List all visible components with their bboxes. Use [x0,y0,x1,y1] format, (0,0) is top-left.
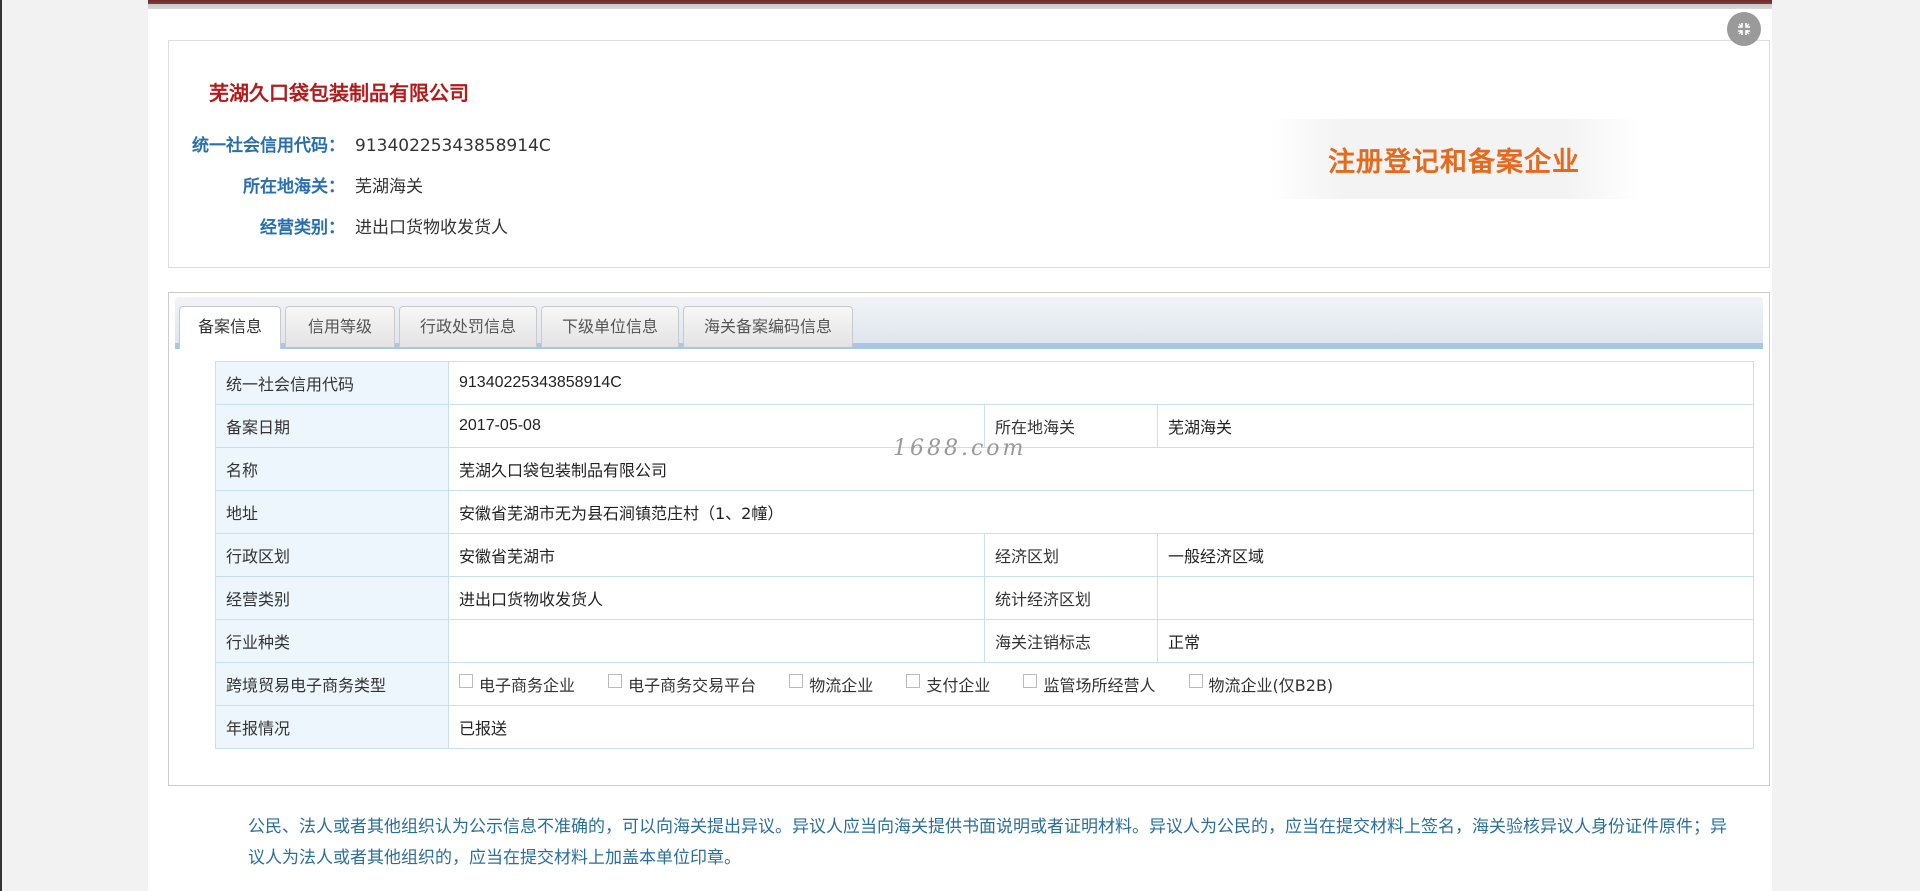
screen-left-edge [0,0,2,891]
row-key: 名称 [215,447,449,491]
customs-line: 所在地海关： 芜湖海关 [189,172,423,197]
row-key: 海关注销标志 [984,619,1158,663]
credit-code-value: 91340225343858914C [355,136,551,156]
checkbox-label: 物流企业(仅B2B) [1208,676,1334,695]
ecommerce-type-options: 电子商务企业 电子商务交易平台 物流企业 支付企业 监管场所经营人 物流企业(仅… [448,662,1754,706]
checkbox-label: 电子商务企业 [479,676,576,695]
top-accent-bar [148,0,1772,9]
row-value [448,619,985,663]
checkbox-supervised-site-operator[interactable]: 监管场所经营人 [1023,672,1155,696]
tab-customs-code-info[interactable]: 海关备案编码信息 [683,306,853,347]
row-key: 备案日期 [215,404,449,448]
row-value: 一般经济区域 [1157,533,1754,577]
row-value: 安徽省芜湖市无为县石涧镇范庄村（1、2幢） [448,490,1754,534]
row-value: 芜湖海关 [1157,404,1754,448]
row-key: 统一社会信用代码 [215,361,449,405]
fullscreen-exit-button[interactable] [1727,12,1761,46]
checkbox-label: 监管场所经营人 [1043,676,1156,695]
table-row: 行业种类 海关注销标志 正常 [215,619,1754,663]
row-value: 已报送 [448,705,1754,749]
row-value: 芜湖久口袋包装制品有限公司 [448,447,1754,491]
row-key: 行政区划 [215,533,449,577]
tab-penalty-info[interactable]: 行政处罚信息 [399,306,537,347]
table-row: 地址 安徽省芜湖市无为县石涧镇范庄村（1、2幢） [215,490,1754,534]
row-value: 进出口货物收发货人 [448,576,985,620]
row-value [1157,576,1754,620]
business-type-label: 经营类别： [260,218,345,238]
company-summary-panel: 芜湖久口袋包装制品有限公司 统一社会信用代码： 91340225343858914… [168,40,1770,268]
table-row: 跨境贸易电子商务类型 电子商务企业 电子商务交易平台 物流企业 支付企业 监管场… [215,662,1754,706]
row-value: 正常 [1157,619,1754,663]
checkbox-logistics[interactable]: 物流企业 [789,672,873,696]
business-type-value: 进出口货物收发货人 [355,218,508,238]
checkbox-box[interactable] [608,674,623,688]
checkbox-label: 电子商务交易平台 [628,676,757,695]
credit-code-label: 统一社会信用代码： [192,136,345,156]
exit-fullscreen-icon [1738,23,1750,35]
business-type-line: 经营类别： 进出口货物收发货人 [189,213,508,238]
detail-tabs-panel: 备案信息 信用等级 行政处罚信息 下级单位信息 海关备案编码信息 统一社会信用代… [168,292,1770,786]
checkbox-box[interactable] [459,674,473,688]
tab-filing-info[interactable]: 备案信息 [179,306,281,349]
checkbox-ecommerce-enterprise[interactable]: 电子商务企业 [459,672,575,696]
watermark: 1688.com [893,436,1027,461]
row-key: 经济区划 [984,533,1158,577]
table-row: 统一社会信用代码 91340225343858914C [215,361,1754,405]
row-key: 经营类别 [215,576,449,620]
row-key: 年报情况 [215,705,449,749]
tab-strip: 备案信息 信用等级 行政处罚信息 下级单位信息 海关备案编码信息 [175,297,1763,349]
checkbox-box[interactable] [906,674,921,688]
checkbox-label: 支付企业 [926,676,991,695]
tab-subsidiary-info[interactable]: 下级单位信息 [541,306,679,347]
customs-value: 芜湖海关 [355,177,423,197]
checkbox-logistics-b2b[interactable]: 物流企业(仅B2B) [1188,672,1334,696]
registration-badge-text: 注册登记和备案企业 [1328,146,1580,178]
credit-code-line: 统一社会信用代码： 91340225343858914C [189,131,551,156]
row-value: 91340225343858914C [448,361,1754,405]
checkbox-label: 物流企业 [809,676,874,695]
row-value: 安徽省芜湖市 [448,533,985,577]
table-row: 行政区划 安徽省芜湖市 经济区划 一般经济区域 [215,533,1754,577]
row-key: 统计经济区划 [984,576,1158,620]
row-key: 地址 [215,490,449,534]
objection-notice: 公民、法人或者其他组织认为公示信息不准确的，可以向海关提出异议。异议人应当向海关… [248,817,1727,868]
checkbox-box[interactable] [1023,674,1038,688]
checkbox-box[interactable] [789,674,804,688]
checkbox-box[interactable] [1188,674,1203,688]
row-key: 行业种类 [215,619,449,663]
table-row: 经营类别 进出口货物收发货人 统计经济区划 [215,576,1754,620]
filing-info-table: 统一社会信用代码 91340225343858914C 备案日期 2017-05… [215,361,1754,749]
checkbox-payment[interactable]: 支付企业 [906,672,990,696]
company-name: 芜湖久口袋包装制品有限公司 [209,81,469,105]
tab-credit-rating[interactable]: 信用等级 [285,306,395,347]
table-row: 年报情况 已报送 [215,705,1754,749]
row-key: 跨境贸易电子商务类型 [215,662,449,706]
checkbox-ecommerce-platform[interactable]: 电子商务交易平台 [608,672,756,696]
registration-badge: 注册登记和备案企业 [1269,119,1639,199]
customs-label: 所在地海关： [243,177,345,197]
